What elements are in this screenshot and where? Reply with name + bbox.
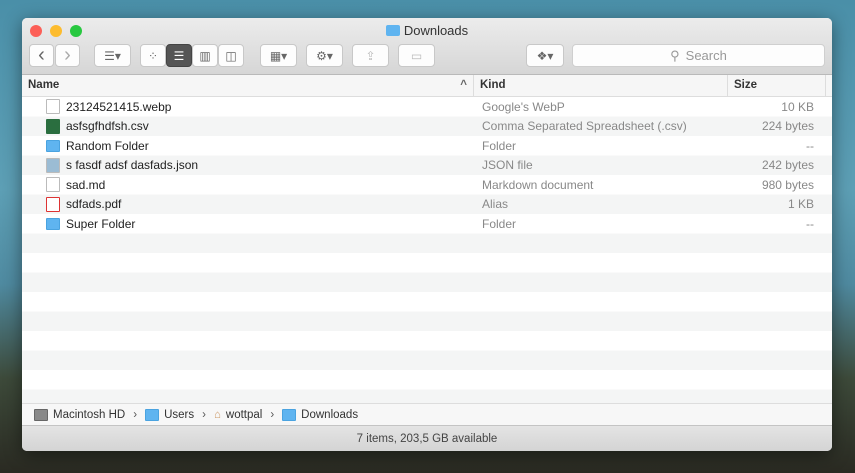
path-item-home[interactable]: wottpal [226,409,262,421]
downloads-folder-icon [385,25,400,36]
file-row[interactable]: 23124521415.webp Google's WebP 10 KB [22,97,832,117]
arrange-menu-button[interactable]: ☰▾ [94,44,131,67]
path-item-users[interactable]: Users [164,409,194,421]
finder-window: Downloads ‹ › ☰▾ ⁘ ☰ ▥ ◫ ▦▾ ⚙▾ ⇪ ▭ ❖▾ ⚲ S… [22,18,832,451]
file-name: sad.md [66,177,106,192]
downloads-folder-icon [282,408,297,421]
cover-flow-button[interactable]: ◫ [218,44,244,67]
size-column-header[interactable]: Size [728,75,826,96]
forward-button[interactable]: › [55,44,80,67]
file-size: 980 bytes [761,177,814,192]
tags-button[interactable]: ▭ [398,44,435,67]
search-icon: ⚲ [670,47,680,63]
file-row[interactable]: Random Folder Folder -- [22,136,832,156]
json-icon [46,157,60,173]
file-size: -- [806,138,814,153]
dropbox-button[interactable]: ❖▾ [526,44,564,67]
file-row[interactable]: sad.md Markdown document 980 bytes [22,175,832,195]
csv-icon [46,118,60,134]
search-input[interactable]: ⚲ Search [572,44,825,67]
file-kind: Folder [482,216,517,231]
file-name: sdfads.pdf [66,197,122,212]
file-name: asfsgfhdfsh.csv [66,119,149,134]
icon-view-button[interactable]: ⁘ [140,44,166,67]
file-kind: Comma Separated Spreadsheet (.csv) [482,119,687,134]
users-folder-icon [145,408,160,421]
sort-ascending-icon: ^ [460,79,467,91]
home-icon: ⌂ [213,408,221,421]
file-row[interactable]: Super Folder Folder -- [22,214,832,234]
file-row[interactable]: asfsgfhdfsh.csv Comma Separated Spreadshe… [22,117,832,137]
path-bar: Macintosh HD › Users › ⌂ wottpal › Downloads [22,403,832,425]
group-menu-button[interactable]: ▦▾ [260,44,297,67]
toolbar: Downloads ‹ › ☰▾ ⁘ ☰ ▥ ◫ ▦▾ ⚙▾ ⇪ ▭ ❖▾ ⚲ S… [22,18,832,75]
file-name: s fasdf adsf dasfads.json [66,158,199,173]
file-size: 242 bytes [761,158,814,173]
file-row[interactable]: sdfads.pdf Alias 1 KB [22,195,832,215]
file-size: 1 KB [787,197,814,212]
folder-icon [46,139,60,152]
file-row[interactable]: s fasdf adsf dasfads.json JSON file 242 by… [22,156,832,176]
column-view-button[interactable]: ▥ [192,44,218,67]
file-size: 10 KB [781,99,814,114]
doc-icon [46,177,60,193]
path-item-downloads[interactable]: Downloads [301,409,358,421]
pdf-icon [46,196,60,212]
file-name: 23124521415.webp [66,99,172,114]
file-name: Super Folder [66,216,136,231]
status-bar: 7 items, 203,5 GB available [22,425,832,451]
action-gear-button[interactable]: ⚙▾ [306,44,343,67]
back-button[interactable]: ‹ [29,44,54,67]
column-header: Name ^ Kind Size [22,75,832,97]
folder-icon [46,217,60,230]
share-button[interactable]: ⇪ [352,44,389,67]
hard-drive-icon [34,408,48,421]
file-kind: Google's WebP [482,99,565,114]
file-kind: Markdown document [482,177,594,192]
file-kind: Alias [482,197,509,212]
kind-column-header[interactable]: Kind [474,75,728,96]
name-column-header[interactable]: Name ^ [22,75,474,96]
file-kind: JSON file [482,158,533,173]
file-size: 224 bytes [761,119,814,134]
file-kind: Folder [482,138,517,153]
path-item-macintosh-hd[interactable]: Macintosh HD [53,409,125,421]
file-name: Random Folder [66,138,149,153]
window-title: Downloads [403,23,469,38]
file-size: -- [806,216,814,231]
file-list: 23124521415.webp Google's WebP 10 KB asfsgf… [22,97,832,403]
doc-icon [46,99,60,115]
list-view-button[interactable]: ☰ [166,44,192,67]
